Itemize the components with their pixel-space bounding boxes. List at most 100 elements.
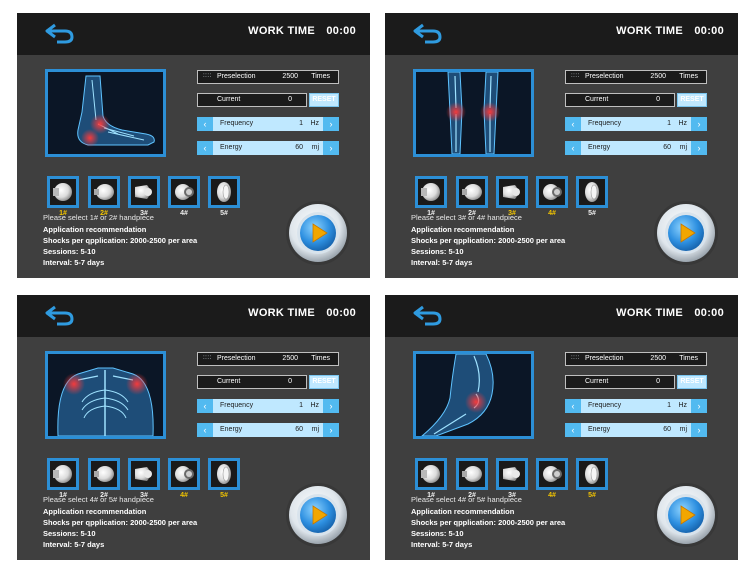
frequency-decrease-button[interactable]: ‹ <box>197 399 213 413</box>
work-time-label: WORK TIME <box>248 307 315 319</box>
handpiece-button-1[interactable] <box>47 458 79 490</box>
energy-decrease-button[interactable]: ‹ <box>197 423 213 437</box>
frequency-label: Frequency <box>220 120 254 127</box>
current-counter: Current 0 <box>197 93 307 107</box>
work-time-value: 00:00 <box>326 25 356 37</box>
current-value: 0 <box>656 96 660 103</box>
top-bar: WORK TIME 00:00 <box>17 13 370 55</box>
interval-text: Interval: 5-7 days <box>43 540 105 549</box>
current-label: Current <box>585 378 609 385</box>
handpiece-button-3[interactable] <box>496 176 528 208</box>
handpiece-label: 4# <box>180 492 188 499</box>
frequency-value: 1 <box>299 120 303 127</box>
handpiece-label: 5# <box>588 210 596 217</box>
preselection-field[interactable]: :::: Preselection 2500 Times <box>197 70 339 84</box>
frequency-decrease-button[interactable]: ‹ <box>197 117 213 131</box>
handpiece-button-3[interactable] <box>128 458 160 490</box>
energy-stepper: ‹ Energy 60 mj › <box>565 423 707 437</box>
list-icon: :::: <box>203 355 212 361</box>
list-icon: :::: <box>571 355 580 361</box>
handpiece-button-2[interactable] <box>456 458 488 490</box>
current-label: Current <box>217 96 241 103</box>
current-label: Current <box>585 96 609 103</box>
handpiece-button-2[interactable] <box>456 176 488 208</box>
back-arrow-icon <box>413 305 442 326</box>
start-button[interactable] <box>285 200 351 266</box>
treatment-area-image <box>413 69 534 157</box>
handpiece-button-2[interactable] <box>88 176 120 208</box>
preselection-unit: Times <box>311 355 330 362</box>
handpiece-button-5[interactable] <box>208 176 240 208</box>
handpiece-button-5[interactable] <box>576 458 608 490</box>
handpiece-button-1[interactable] <box>47 176 79 208</box>
back-arrow-icon <box>45 23 74 44</box>
handpiece-button-5[interactable] <box>208 458 240 490</box>
preselection-field[interactable]: :::: Preselection 2500 Times <box>565 352 707 366</box>
frequency-decrease-button[interactable]: ‹ <box>565 117 581 131</box>
start-button[interactable] <box>653 200 719 266</box>
energy-label: Energy <box>220 426 243 433</box>
reset-button[interactable]: RESET <box>677 375 707 389</box>
handpiece-button-4[interactable] <box>536 176 568 208</box>
current-counter: Current 0 <box>565 375 675 389</box>
treatment-panel: WORK TIME 00:00 :::: Preselection 2500 T… <box>17 13 370 278</box>
handpiece-button-5[interactable] <box>576 176 608 208</box>
energy-decrease-button[interactable]: ‹ <box>197 141 213 155</box>
energy-increase-button[interactable]: › <box>323 423 339 437</box>
preselection-field[interactable]: :::: Preselection 2500 Times <box>565 70 707 84</box>
energy-label: Energy <box>588 426 611 433</box>
back-button[interactable] <box>41 21 77 45</box>
back-arrow-icon <box>413 23 442 44</box>
frequency-value: 1 <box>667 402 671 409</box>
reset-button[interactable]: RESET <box>677 93 707 107</box>
handpiece-button-3[interactable] <box>128 176 160 208</box>
handpiece-button-4[interactable] <box>536 458 568 490</box>
energy-stepper: ‹ Energy 60 mj › <box>197 423 339 437</box>
recommendation-title: Application recommendation <box>43 225 147 234</box>
preselection-label: Preselection <box>217 73 256 80</box>
handpiece-button-1[interactable] <box>415 176 447 208</box>
energy-increase-button[interactable]: › <box>323 141 339 155</box>
frequency-decrease-button[interactable]: ‹ <box>565 399 581 413</box>
reset-button[interactable]: RESET <box>309 375 339 389</box>
energy-unit: mj <box>311 144 319 151</box>
handpiece-label: 5# <box>220 492 228 499</box>
frequency-increase-button[interactable]: › <box>691 399 707 413</box>
back-button[interactable] <box>41 303 77 327</box>
handpiece-button-2[interactable] <box>88 458 120 490</box>
reset-button[interactable]: RESET <box>309 93 339 107</box>
sessions-text: Sessions: 5-10 <box>43 529 96 538</box>
frequency-increase-button[interactable]: › <box>691 117 707 131</box>
frequency-increase-button[interactable]: › <box>323 399 339 413</box>
handpiece-button-3[interactable] <box>496 458 528 490</box>
handpiece-button-1[interactable] <box>415 458 447 490</box>
back-button[interactable] <box>409 303 445 327</box>
sessions-text: Sessions: 5-10 <box>411 247 464 256</box>
work-time-display: WORK TIME 00:00 <box>616 25 724 37</box>
frequency-unit: Hz <box>310 120 319 127</box>
handpiece-button-4[interactable] <box>168 458 200 490</box>
top-bar: WORK TIME 00:00 <box>385 295 738 337</box>
handpiece-button-4[interactable] <box>168 176 200 208</box>
handpiece-hint: Please select 4# or 5# handpiece <box>43 495 154 504</box>
shocks-per-application: Shocks per qpplication: 2000-2500 per ar… <box>43 518 198 527</box>
work-time-label: WORK TIME <box>616 25 683 37</box>
start-button[interactable] <box>285 482 351 548</box>
back-button[interactable] <box>409 21 445 45</box>
work-time-label: WORK TIME <box>616 307 683 319</box>
frequency-stepper: ‹ Frequency 1 Hz › <box>565 117 707 131</box>
energy-decrease-button[interactable]: ‹ <box>565 423 581 437</box>
start-button[interactable] <box>653 482 719 548</box>
frequency-stepper: ‹ Frequency 1 Hz › <box>197 117 339 131</box>
preselection-value: 2500 <box>282 73 298 80</box>
energy-increase-button[interactable]: › <box>691 141 707 155</box>
energy-decrease-button[interactable]: ‹ <box>565 141 581 155</box>
back-arrow-icon <box>45 305 74 326</box>
energy-increase-button[interactable]: › <box>691 423 707 437</box>
frequency-increase-button[interactable]: › <box>323 117 339 131</box>
play-icon <box>654 483 718 547</box>
work-time-value: 00:00 <box>694 25 724 37</box>
preselection-field[interactable]: :::: Preselection 2500 Times <box>197 352 339 366</box>
recommendation-title: Application recommendation <box>43 507 147 516</box>
energy-unit: mj <box>679 426 687 433</box>
